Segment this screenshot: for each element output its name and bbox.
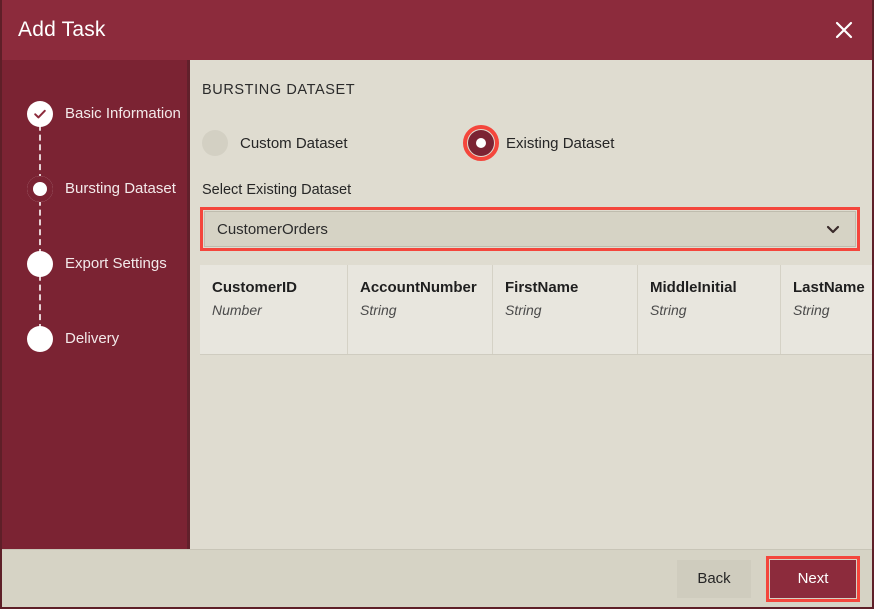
dialog-body: Basic Information Bursting Dataset Expor… bbox=[2, 60, 872, 549]
column-name: AccountNumber bbox=[360, 279, 492, 296]
existing-dataset-select[interactable]: CustomerOrders bbox=[204, 211, 856, 247]
radio-selected-wrapper bbox=[468, 130, 494, 156]
radio-label: Existing Dataset bbox=[506, 135, 614, 152]
column-name: CustomerID bbox=[212, 279, 347, 296]
dialog-title: Add Task bbox=[18, 18, 106, 42]
sidebar-step-export-settings[interactable]: Export Settings bbox=[2, 226, 187, 301]
column-type: Number bbox=[212, 302, 347, 318]
column-type: String bbox=[650, 302, 780, 318]
radio-label: Custom Dataset bbox=[240, 135, 348, 152]
table-column-header[interactable]: CustomerID Number bbox=[200, 265, 348, 354]
step-pending-icon bbox=[27, 326, 53, 352]
close-icon bbox=[833, 19, 855, 41]
table-column-header[interactable]: FirstName String bbox=[493, 265, 638, 354]
column-name: LastName bbox=[793, 279, 872, 296]
dialog-footer: Back Next bbox=[2, 549, 872, 607]
dataset-type-radio-group: Custom Dataset Existing Dataset bbox=[200, 126, 872, 160]
dialog-titlebar: Add Task bbox=[2, 0, 872, 60]
add-task-dialog: Add Task Ba bbox=[0, 0, 874, 609]
column-type: String bbox=[360, 302, 492, 318]
select-value: CustomerOrders bbox=[217, 221, 328, 238]
next-button[interactable]: Next bbox=[770, 560, 856, 598]
sidebar-step-bursting-dataset[interactable]: Bursting Dataset bbox=[2, 151, 187, 226]
radio-selected-icon bbox=[468, 130, 494, 156]
step-pending-icon bbox=[27, 251, 53, 277]
column-type: String bbox=[505, 302, 637, 318]
column-name: FirstName bbox=[505, 279, 637, 296]
table-column-header[interactable]: LastName String bbox=[781, 265, 872, 354]
radio-unselected-icon bbox=[202, 130, 228, 156]
radio-existing-dataset[interactable]: Existing Dataset bbox=[468, 130, 614, 156]
table-column-header[interactable]: AccountNumber String bbox=[348, 265, 493, 354]
column-name: MiddleInitial bbox=[650, 279, 780, 296]
sidebar-step-label: Basic Information bbox=[65, 105, 181, 122]
step-completed-icon bbox=[27, 101, 53, 127]
wizard-steps: Basic Information Bursting Dataset Expor… bbox=[2, 60, 187, 376]
content-panel: BURSTING DATASET Custom Dataset Existing… bbox=[190, 60, 872, 549]
radio-custom-dataset[interactable]: Custom Dataset bbox=[200, 130, 468, 156]
dataset-fields-table: CustomerID Number AccountNumber String F… bbox=[200, 265, 872, 355]
sidebar-step-delivery[interactable]: Delivery bbox=[2, 301, 187, 376]
step-active-icon bbox=[27, 176, 53, 202]
sidebar-step-label: Bursting Dataset bbox=[65, 180, 176, 197]
select-dataset-label: Select Existing Dataset bbox=[202, 182, 872, 198]
section-title: BURSTING DATASET bbox=[202, 82, 872, 98]
table-header-row: CustomerID Number AccountNumber String F… bbox=[200, 265, 872, 355]
sidebar-step-label: Delivery bbox=[65, 330, 119, 347]
annotation-highlight-box-next: Next bbox=[766, 556, 860, 602]
wizard-sidebar: Basic Information Bursting Dataset Expor… bbox=[2, 60, 190, 549]
annotation-highlight-box: CustomerOrders bbox=[200, 207, 860, 251]
close-button[interactable] bbox=[816, 0, 872, 60]
column-type: String bbox=[793, 302, 872, 318]
back-button[interactable]: Back bbox=[677, 560, 751, 598]
chevron-down-icon bbox=[825, 223, 841, 235]
sidebar-step-basic-information[interactable]: Basic Information bbox=[2, 76, 187, 151]
table-column-header[interactable]: MiddleInitial String bbox=[638, 265, 781, 354]
sidebar-step-label: Export Settings bbox=[65, 255, 167, 272]
